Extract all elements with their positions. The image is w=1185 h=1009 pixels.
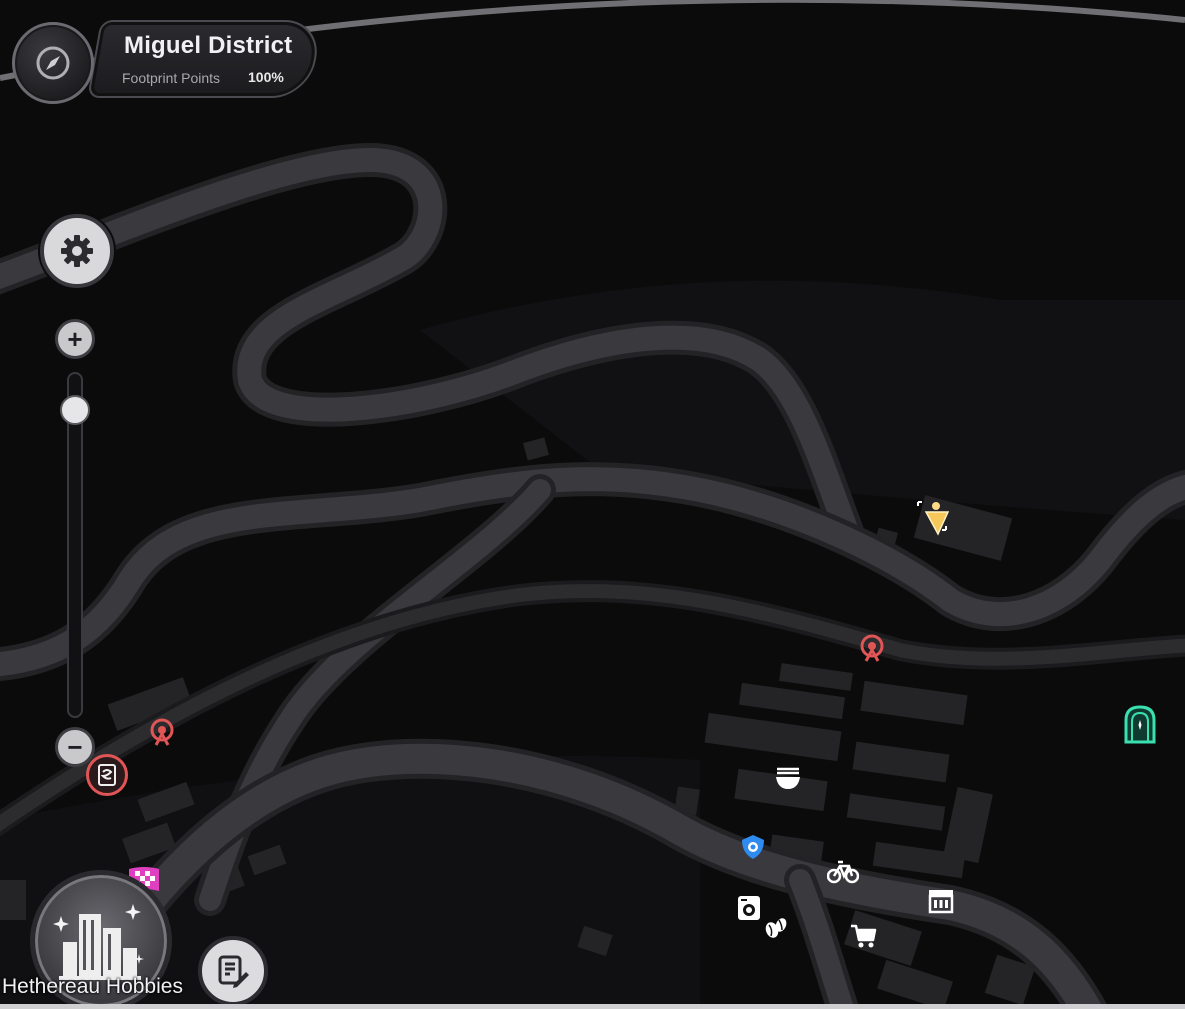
- zoom-out-button[interactable]: −: [55, 727, 95, 767]
- shopping-cart-icon: [851, 924, 877, 948]
- map-canvas[interactable]: [0, 0, 1185, 1009]
- tower-icon: [860, 634, 884, 662]
- map-screen: Miguel District Footprint Points 100% +: [0, 0, 1185, 1009]
- player-location-marker[interactable]: [912, 496, 956, 540]
- noodle-shop-marker[interactable]: [772, 764, 804, 792]
- washing-machine-icon: [738, 896, 760, 920]
- gear-icon: [61, 235, 93, 267]
- city-buildings-icon: [53, 904, 144, 980]
- notes-edit-icon: [218, 955, 249, 988]
- footprint-label: Footprint Points: [122, 70, 221, 86]
- hobbies-label: Hethereau Hobbies: [2, 975, 183, 998]
- fast-travel-marker-2[interactable]: [146, 716, 178, 748]
- road: [0, 467, 1185, 677]
- minus-icon: −: [67, 732, 83, 762]
- shopping-cart-marker[interactable]: [848, 922, 878, 950]
- police-badge-marker[interactable]: [738, 832, 768, 862]
- road-edge: [0, 462, 1185, 682]
- compass-icon: [36, 46, 70, 80]
- compass-button[interactable]: [12, 22, 94, 104]
- district-name: Miguel District: [124, 32, 293, 59]
- tower-icon: [150, 718, 174, 746]
- settings-button[interactable]: [40, 214, 114, 288]
- coffee-beans-icon: [765, 918, 787, 938]
- store-marker[interactable]: [926, 886, 956, 916]
- bike-rental-marker[interactable]: [826, 856, 860, 886]
- laundry-marker[interactable]: [736, 894, 762, 922]
- fast-travel-marker-1[interactable]: [856, 632, 888, 664]
- district-header: Miguel District Footprint Points 100%: [8, 18, 323, 104]
- bottom-edge-bar: [0, 1004, 1185, 1009]
- footprint-value: 100%: [248, 69, 284, 85]
- noodle-bowl-icon: [776, 767, 800, 789]
- teal-door-icon: [1124, 705, 1156, 744]
- vending-marker[interactable]: [86, 754, 128, 796]
- plus-icon: +: [67, 324, 83, 354]
- storefront-icon: [928, 890, 954, 914]
- vending-machine-icon: [98, 764, 116, 786]
- coffee-marker[interactable]: [762, 914, 790, 942]
- police-badge-icon: [742, 835, 764, 859]
- arrow-cone-icon: [917, 501, 950, 536]
- bicycle-icon: [827, 860, 859, 884]
- zoom-slider-thumb[interactable]: [60, 395, 90, 425]
- notes-button[interactable]: [198, 936, 268, 1006]
- portal-door-marker[interactable]: [1122, 704, 1158, 744]
- zoom-in-button[interactable]: +: [55, 319, 95, 359]
